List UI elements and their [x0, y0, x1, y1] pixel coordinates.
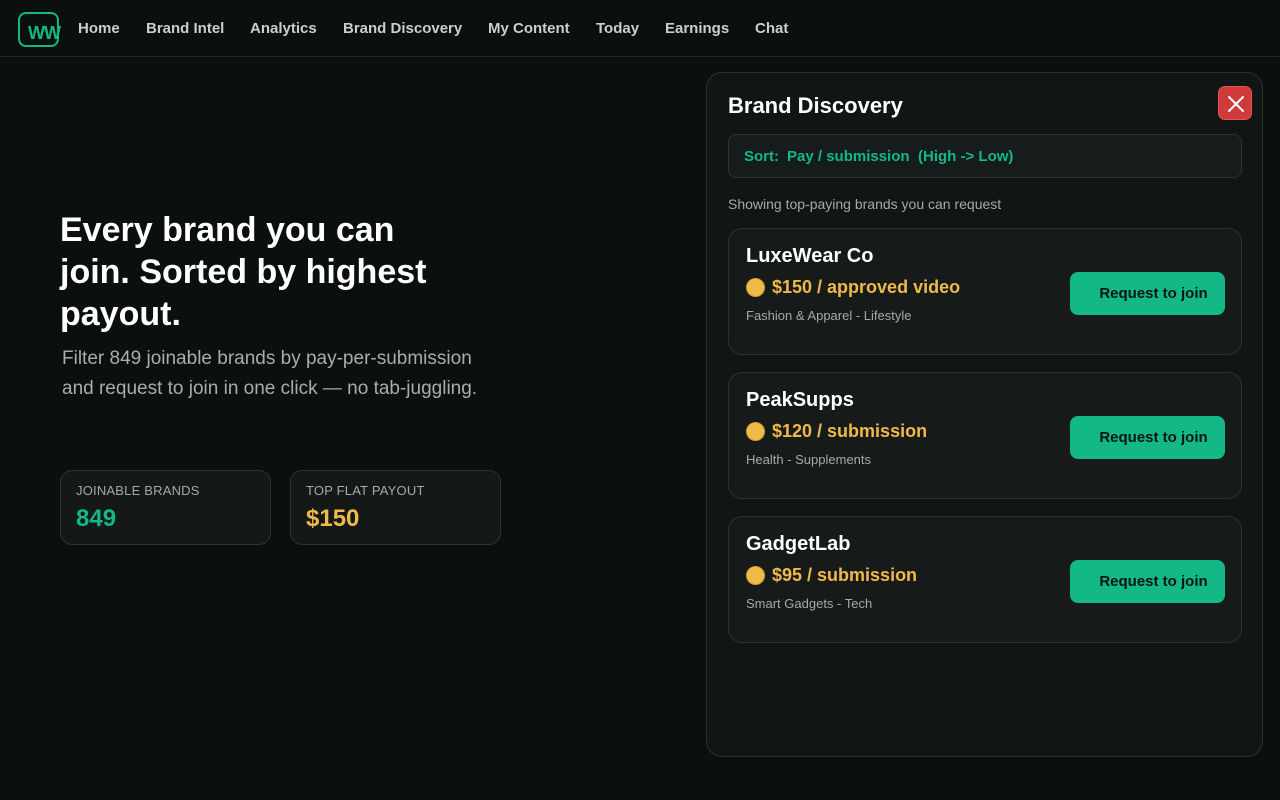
brand-card: PeakSupps $120 / submission Health - Sup… — [728, 372, 1242, 499]
stat-card-top-payout: TOP FLAT PAYOUT $150 — [290, 470, 501, 545]
sort-direction: (High -> Low) — [918, 148, 1014, 165]
stat-label: TOP FLAT PAYOUT — [306, 483, 425, 498]
coin-icon — [746, 566, 765, 585]
logo-text: WW — [28, 23, 61, 43]
brand-payout: $95 / submission — [772, 565, 918, 585]
nav-item-home[interactable]: Home — [78, 20, 120, 37]
stat-card-joinable-brands: JOINABLE BRANDS 849 — [60, 470, 271, 545]
nav-item-brand-discovery[interactable]: Brand Discovery — [343, 20, 462, 37]
sort-field: Pay / submission — [787, 148, 910, 165]
nav-item-my-content[interactable]: My Content — [488, 20, 570, 37]
brand-card: LuxeWear Co $150 / approved video Fashio… — [728, 228, 1242, 355]
brand-category: Health - Supplements — [746, 452, 872, 467]
nav-item-chat[interactable]: Chat — [755, 20, 788, 37]
request-to-join-button[interactable]: Request to join — [1070, 560, 1225, 603]
panel-title: Brand Discovery — [728, 93, 903, 118]
brand-name: PeakSupps — [746, 389, 854, 411]
coin-icon — [746, 278, 765, 297]
sort-prefix: Sort: — [744, 148, 779, 165]
hero-subtitle: Filter 849 joinable brands by pay-per-su… — [62, 348, 478, 399]
brand-payout: $120 / submission — [772, 421, 928, 441]
close-button[interactable] — [1218, 86, 1252, 120]
brand-name: GadgetLab — [746, 533, 851, 555]
brand-discovery-panel: Brand Discovery Sort: Pay / submission (… — [706, 72, 1263, 757]
results-caption: Showing top-paying brands you can reques… — [728, 196, 1002, 212]
brand-category: Smart Gadgets - Tech — [746, 596, 873, 611]
request-to-join-button[interactable]: Request to join — [1070, 416, 1225, 459]
nav-item-brand-intel[interactable]: Brand Intel — [146, 20, 224, 37]
hero-title: Every brand you can join. Sorted by high… — [60, 211, 427, 333]
coin-icon — [746, 422, 765, 441]
brand-payout: $150 / approved video — [772, 277, 961, 297]
top-nav: WW Home Brand Intel Analytics Brand Disc… — [0, 0, 1280, 57]
close-icon — [1228, 96, 1244, 112]
brand-category: Fashion & Apparel - Lifestyle — [746, 308, 912, 323]
brand-card: GadgetLab $95 / submission Smart Gadgets… — [728, 516, 1242, 643]
nav-item-today[interactable]: Today — [596, 20, 639, 37]
logo[interactable]: WW — [18, 12, 61, 47]
stat-value: 849 — [76, 505, 117, 532]
brand-name: LuxeWear Co — [746, 245, 874, 267]
stat-label: JOINABLE BRANDS — [76, 483, 200, 498]
request-to-join-button[interactable]: Request to join — [1070, 272, 1225, 315]
nav-item-earnings[interactable]: Earnings — [665, 20, 729, 37]
stat-value: $150 — [306, 505, 360, 532]
nav-item-analytics[interactable]: Analytics — [250, 20, 317, 37]
sort-dropdown[interactable]: Sort: Pay / submission (High -> Low) — [728, 134, 1242, 178]
